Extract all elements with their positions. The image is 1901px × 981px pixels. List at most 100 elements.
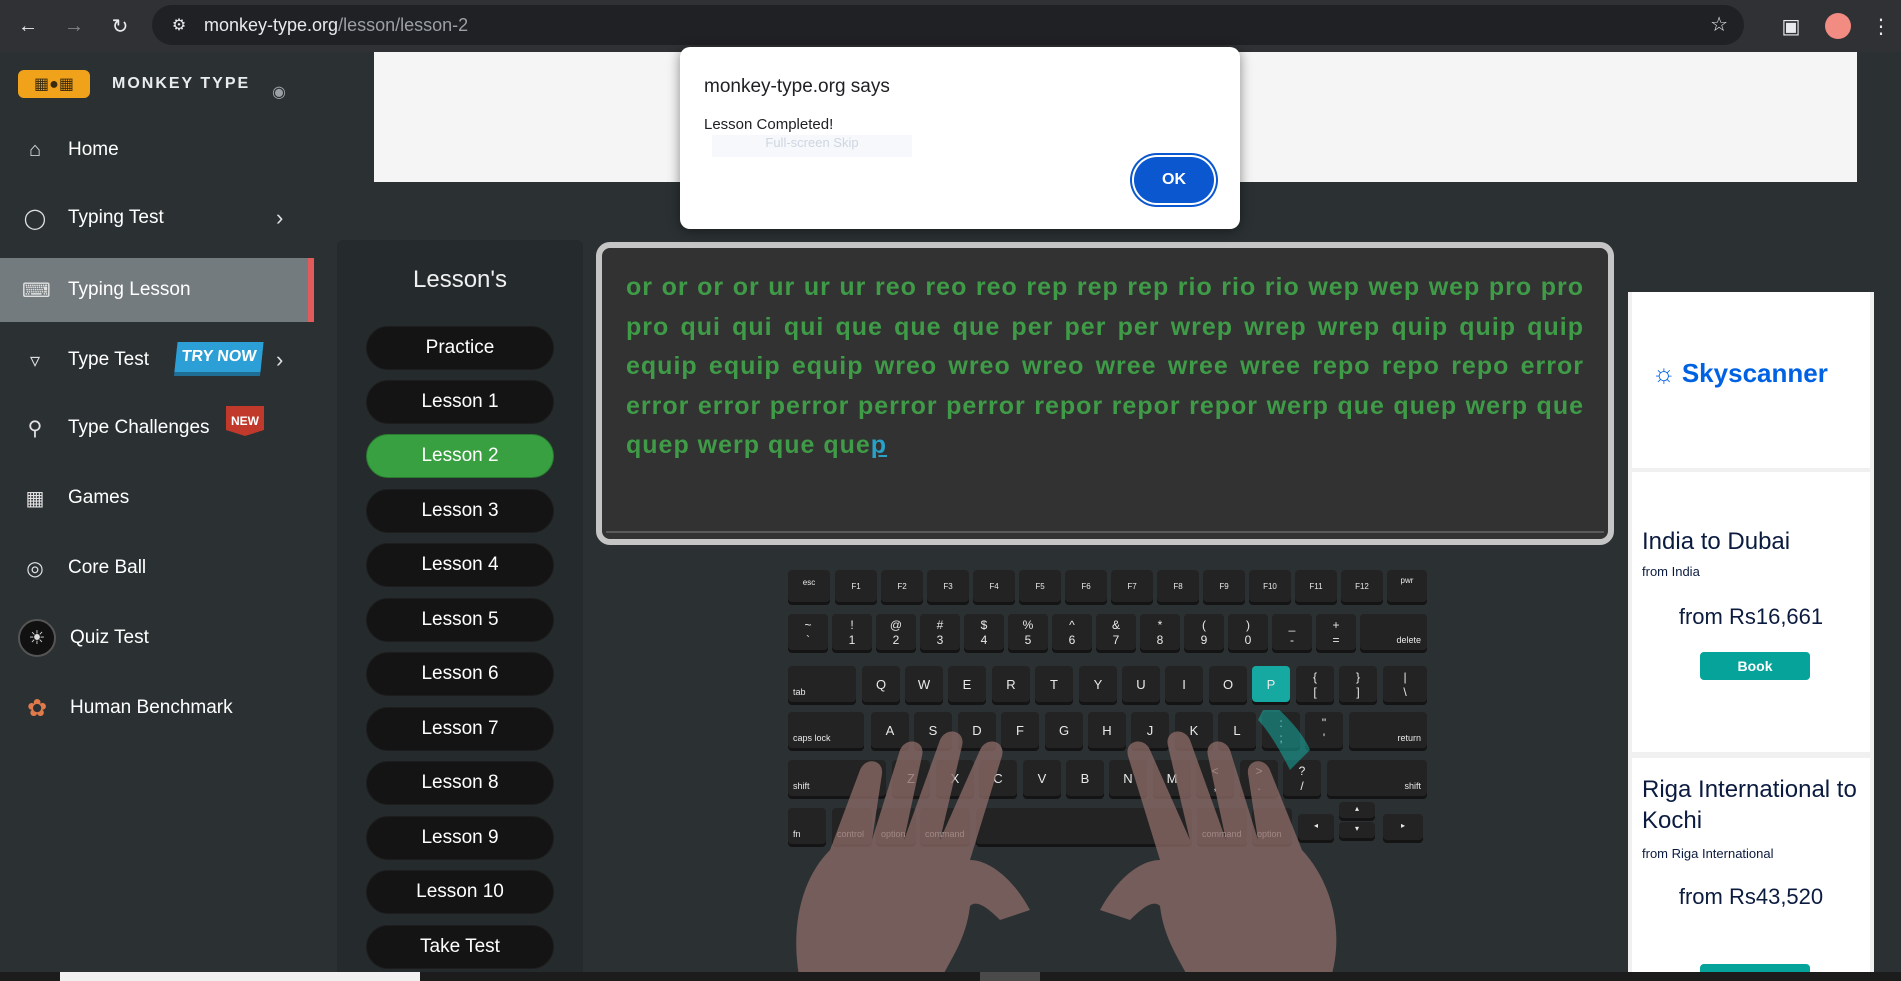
ad-brand-card[interactable]: ☼ Skyscanner	[1632, 292, 1870, 468]
key-5: % 5	[1008, 614, 1048, 650]
lesson-button-10[interactable]: Lesson 10	[366, 870, 554, 914]
dialog-title: monkey-type.org says	[704, 76, 890, 97]
lesson-button-take-test[interactable]: Take Test	[366, 925, 554, 969]
key-9: (9	[1184, 614, 1224, 650]
key-delete: delete	[1360, 614, 1427, 650]
key-s: S	[914, 712, 952, 748]
eye-icon[interactable]: ◉	[272, 82, 286, 102]
key-f4: F4	[973, 570, 1015, 602]
lesson-button-3[interactable]: Lesson 3	[366, 489, 554, 533]
lesson-button-6[interactable]: Lesson 6	[366, 652, 554, 696]
current-char: p	[870, 431, 888, 459]
chevron-right-icon: ›	[276, 347, 284, 372]
key-6: ^ 6	[1052, 614, 1092, 650]
sidebar-item-label: Games	[68, 487, 130, 508]
address-bar[interactable]: ⚙ monkey-type.org/lesson/lesson-2 ☆	[152, 5, 1744, 45]
key-m: M	[1153, 760, 1191, 796]
forward-icon[interactable]: →	[56, 8, 92, 44]
virtual-keyboard: esc F1 F2 F3 F4 F5 F6 F7 F8 F9 F10 F11 F…	[786, 568, 1427, 850]
monkey-logo-icon: ▦●▦	[18, 70, 90, 98]
lesson-button-5[interactable]: Lesson 5	[366, 598, 554, 642]
sidebar-item-quiz-test[interactable]: ☀ Quiz Test	[0, 606, 314, 670]
github-icon: ◯	[23, 207, 47, 230]
key-tab: tab	[788, 666, 856, 702]
lessons-title: Lesson's	[413, 266, 507, 293]
lesson-button-practice[interactable]: Practice	[366, 326, 554, 370]
key-n: N	[1109, 760, 1147, 796]
key-0: ) 0	[1228, 614, 1268, 650]
bottom-scroll-strip	[0, 972, 1901, 981]
sidebar-item-label: Quiz Test	[70, 627, 149, 648]
sidebar-item-core-ball[interactable]: ◎ Core Ball	[0, 536, 314, 600]
back-icon[interactable]: ←	[10, 8, 46, 44]
lesson-button-9[interactable]: Lesson 9	[366, 816, 554, 860]
key-semicolon: :;	[1262, 712, 1300, 748]
home-icon: ⌂	[28, 138, 42, 161]
ad-offer-origin: from India	[1642, 564, 1700, 579]
bookmark-star-icon[interactable]: ☆	[1710, 12, 1728, 37]
typing-text-area[interactable]: or or or or ur ur ur reo reo reo rep rep…	[596, 242, 1614, 545]
key-control: control	[832, 808, 872, 844]
key-u: U	[1122, 666, 1160, 702]
sidebar-item-label: Type Challenges	[68, 417, 210, 438]
chrome-menu-icon[interactable]: ⋮	[1871, 14, 1891, 39]
profile-avatar[interactable]	[1825, 13, 1851, 39]
key-slash: ? /	[1283, 760, 1321, 796]
sidebar-item-typing-test[interactable]: ◯ Typing Test ›	[0, 186, 314, 250]
key-arrow-left: ◂	[1298, 814, 1334, 840]
key-t: T	[1035, 666, 1073, 702]
lesson-button-7[interactable]: Lesson 7	[366, 707, 554, 751]
horizontal-scrollbar-thumb[interactable]	[980, 972, 1040, 981]
lesson-button-4[interactable]: Lesson 4	[366, 543, 554, 587]
key-return: return	[1349, 712, 1427, 748]
key-option-left: option	[876, 808, 916, 844]
try-now-badge[interactable]: TRY NOW	[174, 342, 264, 372]
new-badge: NEW	[226, 406, 264, 436]
key-3: #3	[920, 614, 960, 650]
sidebar-item-home[interactable]: ⌂ Home	[0, 118, 314, 182]
lesson-button-1[interactable]: Lesson 1	[366, 380, 554, 424]
site-settings-icon[interactable]: ⚙	[164, 10, 194, 40]
key-f1: F1	[835, 570, 877, 602]
sidebar-item-type-test[interactable]: ▿ Type Test TRY NOW ›	[0, 328, 314, 392]
gitlab-icon: ▿	[29, 349, 41, 372]
lesson-button-2[interactable]: Lesson 2	[366, 434, 554, 478]
key-backslash: | \	[1383, 666, 1427, 702]
sidebar-item-label: Core Ball	[68, 557, 147, 578]
sidebar-item-games[interactable]: ▦ Games	[0, 466, 314, 530]
lesson-button-8[interactable]: Lesson 8	[366, 761, 554, 805]
key-e: E	[948, 666, 986, 702]
ad-offer-card-2[interactable]: Riga International to Kochi from Riga In…	[1632, 758, 1870, 981]
key-esc: esc	[788, 570, 830, 602]
key-command-right: command	[1197, 808, 1247, 844]
key-command-left: command	[920, 808, 970, 844]
key-h: H	[1088, 712, 1126, 748]
ad-offer-card-1[interactable]: India to Dubai from India from Rs16,661 …	[1632, 472, 1870, 752]
reload-icon[interactable]: ↻	[102, 8, 138, 44]
alert-dialog: monkey-type.org says Lesson Completed! F…	[680, 47, 1240, 229]
sidebar-item-typing-lesson[interactable]: ⌨ Typing Lesson	[0, 258, 314, 322]
sidebar-item-label: Typing Lesson	[68, 279, 191, 300]
sidebar-item-label: Home	[68, 139, 119, 160]
ok-button[interactable]: OK	[1134, 157, 1214, 203]
dialog-background-ghost-text: Full-screen Skip	[712, 135, 912, 157]
key-caps-lock: caps lock	[788, 712, 864, 748]
key-l: L	[1218, 712, 1256, 748]
extensions-icon[interactable]: ▣	[1773, 8, 1809, 44]
key-p-highlighted: P	[1252, 666, 1290, 702]
key-b: B	[1066, 760, 1104, 796]
key-fn: fn	[788, 808, 826, 844]
sidebar-item-type-challenges[interactable]: ⚲ Type Challenges NEW	[0, 396, 314, 460]
logo[interactable]: ▦●▦ MONKEY TYPE	[18, 70, 250, 98]
ad-book-button[interactable]: Book	[1700, 652, 1810, 680]
key-arrow-right: ▸	[1383, 814, 1423, 840]
key-j: J	[1131, 712, 1169, 748]
key-pwr: pwr	[1387, 570, 1427, 602]
award-icon: ⚲	[27, 417, 43, 440]
key-minus: _ -	[1272, 614, 1312, 650]
key-arrow-down: ▾	[1339, 822, 1375, 838]
url-text: monkey-type.org/lesson/lesson-2	[204, 15, 468, 36]
sidebar-item-human-benchmark[interactable]: ✿ Human Benchmark	[0, 676, 314, 740]
ad-offer-price: from Rs16,661	[1678, 604, 1824, 629]
right-ad[interactable]: ▷ ✕ ☼Skyscanner India to Dubai from Indi…	[1628, 292, 1874, 981]
